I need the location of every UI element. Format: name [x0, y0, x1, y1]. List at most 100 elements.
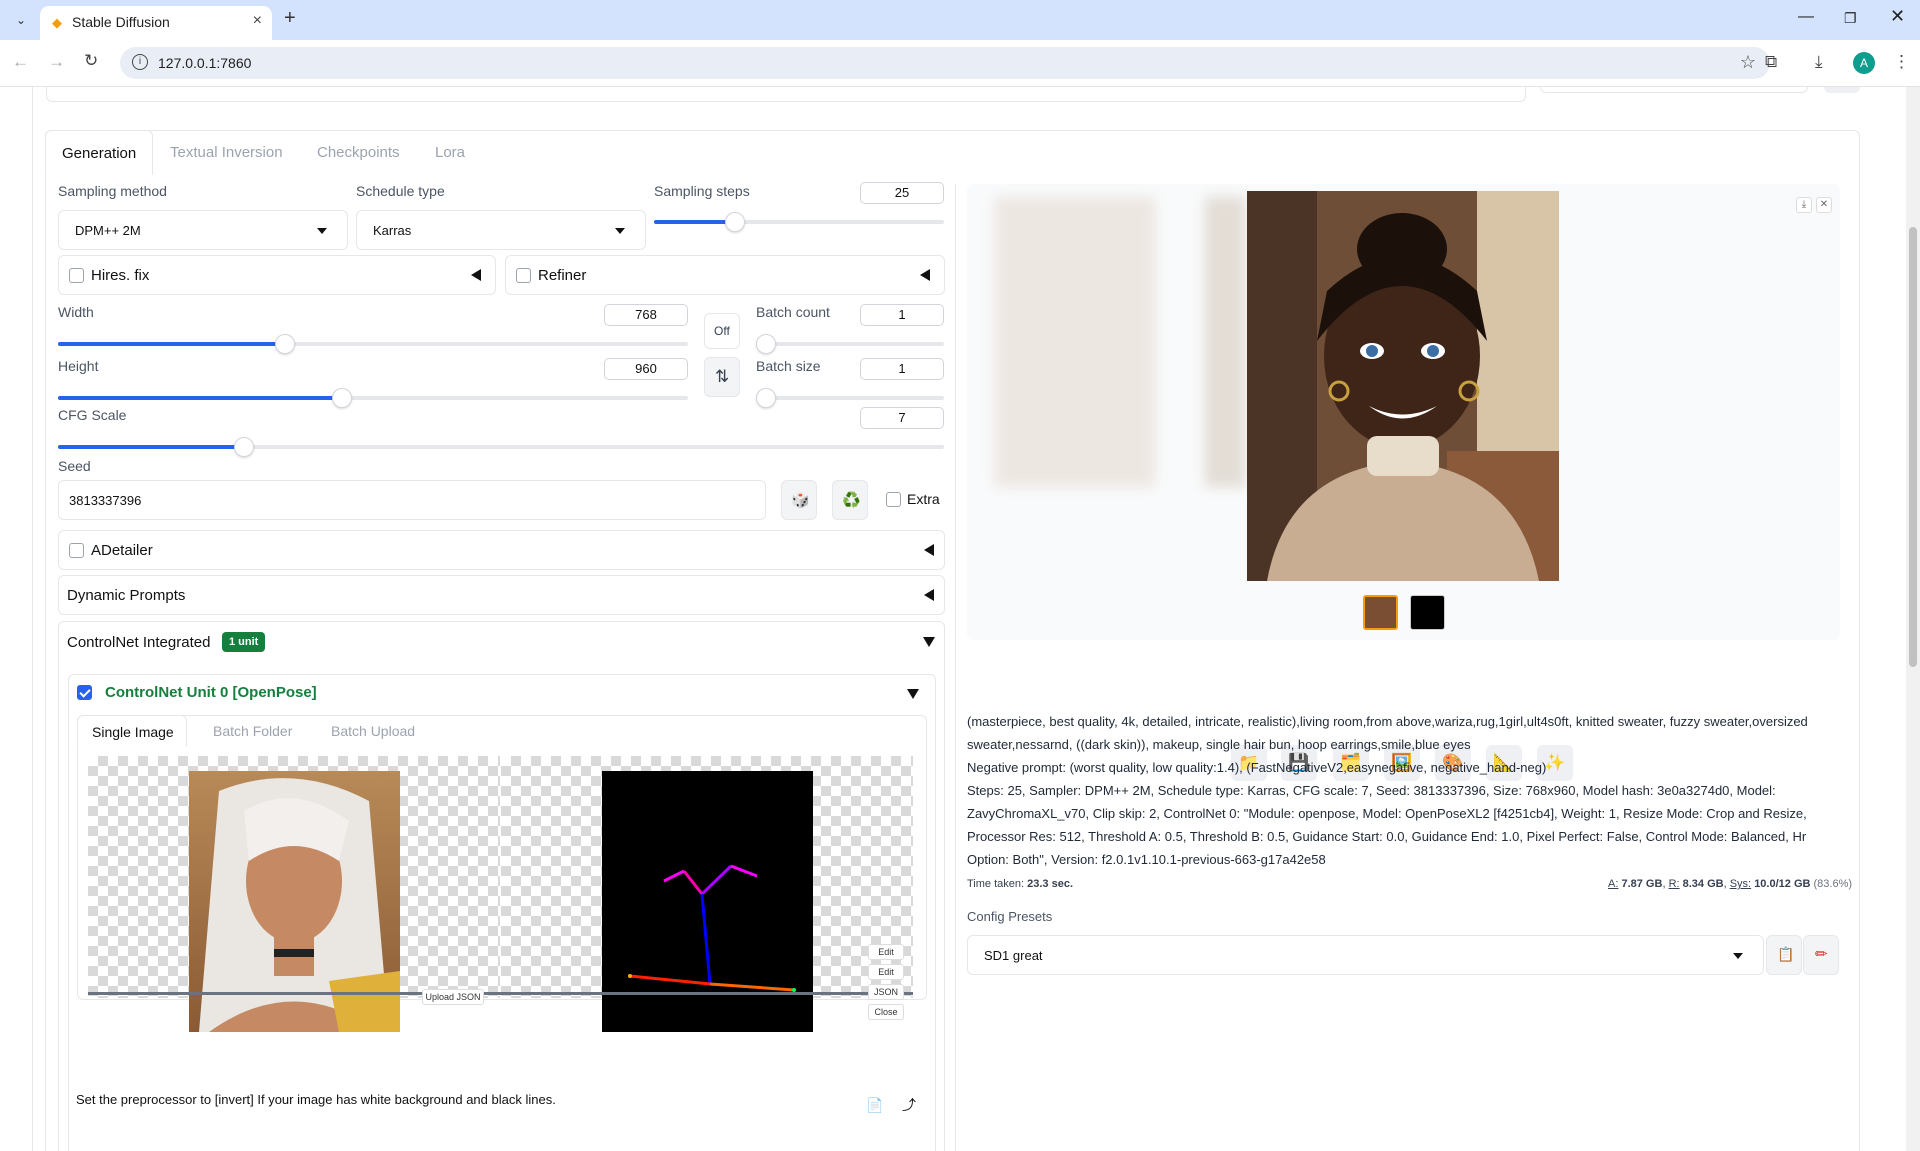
subtab-single-image[interactable]: Single Image [77, 715, 187, 747]
browser-menu-icon[interactable]: ⋮ [1893, 52, 1910, 72]
reload-icon[interactable]: ↻ [84, 51, 98, 71]
new-tab-button[interactable]: + [284, 7, 296, 30]
collapse-arrow-icon[interactable] [471, 269, 481, 281]
copy-file-icon[interactable]: 📄 [866, 1097, 883, 1114]
tab-checkpoints[interactable]: Checkpoints [317, 144, 400, 161]
subtab-batch-upload[interactable]: Batch Upload [331, 723, 415, 739]
config-presets-dropdown[interactable]: SD1 great [967, 935, 1764, 975]
forward-icon[interactable]: → [48, 52, 65, 72]
generated-image[interactable] [1247, 191, 1559, 581]
site-info-icon[interactable]: i [132, 54, 148, 70]
page-scrollbar[interactable] [1906, 87, 1920, 1151]
restore-icon[interactable]: ❐ [1844, 10, 1857, 27]
sampling-steps-input[interactable]: 25 [860, 182, 944, 204]
batch-size-input[interactable]: 1 [860, 358, 944, 380]
schedule-type-label: Schedule type [356, 183, 445, 199]
column-divider [955, 184, 956, 1151]
controlnet-unit-enable-checkbox[interactable] [77, 685, 92, 700]
gallery-thumbnail-1[interactable] [1363, 595, 1398, 630]
extensions-icon[interactable]: ⧉ [1765, 52, 1777, 72]
mem-a-label: A: [1608, 878, 1619, 890]
hires-fix-accordion[interactable]: Hires. fix [58, 255, 496, 295]
tab-generation[interactable]: Generation [45, 130, 153, 175]
cfg-scale-slider[interactable] [58, 437, 944, 457]
minimize-icon[interactable]: — [1798, 8, 1814, 26]
close-preview-button[interactable]: Close [868, 1004, 904, 1020]
cfg-scale-thumb[interactable] [234, 437, 254, 457]
browser-tab-strip: ⌄ ◆ Stable Diffusion × + — ❐ ✕ [0, 0, 1920, 40]
refiner-checkbox[interactable] [516, 268, 531, 283]
extra-seed-checkbox[interactable] [886, 492, 901, 507]
tab-close-icon[interactable]: × [253, 12, 262, 30]
expand-arrow-icon[interactable] [923, 637, 935, 647]
collapse-arrow-icon[interactable] [924, 544, 934, 556]
download-icon[interactable]: ⤓ [1796, 197, 1812, 213]
width-slider[interactable] [58, 334, 688, 354]
controlnet-unit-label[interactable]: ControlNet Unit 0 [OpenPose] [105, 684, 317, 701]
sampling-steps-slider[interactable] [654, 212, 944, 232]
cfg-scale-input[interactable]: 7 [860, 407, 944, 429]
batch-count-input[interactable]: 1 [860, 304, 944, 326]
cfg-scale-fill [58, 445, 244, 449]
width-thumb[interactable] [275, 334, 295, 354]
schedule-type-dropdown[interactable]: Karras [356, 210, 646, 250]
aspect-ratio-off-button[interactable]: Off [704, 313, 740, 349]
width-label: Width [58, 304, 94, 320]
width-input[interactable]: 768 [604, 304, 688, 326]
height-input[interactable]: 960 [604, 358, 688, 380]
batch-size-slider[interactable] [756, 388, 944, 408]
dynamic-prompts-accordion[interactable]: Dynamic Prompts [58, 575, 945, 615]
batch-size-thumb[interactable] [756, 388, 776, 408]
width-fill [58, 342, 285, 346]
scrollbar-thumb[interactable] [1909, 227, 1917, 667]
window-close-icon[interactable]: ✕ [1890, 6, 1905, 27]
send-arrow-icon[interactable]: ⤴ [902, 1095, 916, 1115]
bookmark-star-icon[interactable]: ☆ [1740, 52, 1756, 73]
refiner-accordion[interactable]: Refiner [505, 255, 945, 295]
batch-count-thumb[interactable] [756, 334, 776, 354]
adetailer-accordion[interactable]: ADetailer [58, 530, 945, 570]
tab-search-icon[interactable]: ⌄ [10, 10, 32, 32]
back-icon[interactable]: ← [12, 52, 29, 72]
gallery-thumbnail-2[interactable] [1410, 595, 1445, 630]
controlnet-hint-text: Set the preprocessor to [invert] If your… [76, 1092, 556, 1107]
height-slider[interactable] [58, 388, 688, 408]
sampling-method-dropdown[interactable]: DPM++ 2M [58, 210, 348, 250]
height-thumb[interactable] [332, 388, 352, 408]
collapse-arrow-icon[interactable] [920, 269, 930, 281]
swap-dimensions-button[interactable]: ⇅ [704, 357, 740, 397]
tab-textual-inversion[interactable]: Textual Inversion [170, 144, 283, 161]
address-bar[interactable]: i 127.0.0.1:7860 ☆ [120, 47, 1770, 79]
reuse-seed-button[interactable]: ♻️ [832, 480, 868, 520]
sampling-method-value: DPM++ 2M [75, 223, 141, 238]
json-button[interactable]: JSON [868, 984, 904, 1000]
style-action-button[interactable] [1824, 87, 1860, 93]
apply-preset-button[interactable]: 📋 [1766, 935, 1802, 975]
mem-sys-label: Sys: [1729, 878, 1752, 890]
upload-json-button[interactable]: Upload JSON [422, 989, 484, 1005]
batch-count-slider[interactable] [756, 334, 944, 354]
edit-button-2[interactable]: Edit [868, 964, 904, 980]
random-seed-button[interactable]: 🎲 [781, 480, 817, 520]
collapse-arrow-icon[interactable] [924, 589, 934, 601]
prompt-textarea[interactable] [46, 87, 1526, 102]
downloads-icon[interactable]: ⤓ [1815, 52, 1823, 72]
expand-arrow-icon[interactable] [907, 689, 919, 699]
image-bottom-bar [88, 992, 913, 995]
tab-lora[interactable]: Lora [435, 144, 465, 161]
memory-stats: A: 7.87 GB, R: 8.34 GB, Sys: 10.0/12 GB … [1608, 878, 1853, 890]
hires-fix-checkbox[interactable] [69, 268, 84, 283]
edit-preset-button[interactable]: ✏ [1803, 935, 1839, 975]
style-dropdown[interactable] [1540, 87, 1808, 93]
controlnet-label[interactable]: ControlNet Integrated [67, 634, 210, 651]
hires-fix-label: Hires. fix [91, 267, 150, 284]
edit-button-1[interactable]: Edit [868, 944, 904, 960]
clipboard-icon: 📋 [1777, 946, 1795, 962]
adetailer-checkbox[interactable] [69, 543, 84, 558]
seed-input[interactable]: 3813337396 [58, 480, 766, 520]
profile-avatar[interactable]: A [1853, 52, 1875, 74]
subtab-batch-folder[interactable]: Batch Folder [213, 723, 292, 739]
sampling-steps-thumb[interactable] [725, 212, 745, 232]
browser-tab[interactable]: ◆ Stable Diffusion × [40, 6, 272, 40]
close-icon[interactable]: ✕ [1816, 197, 1832, 213]
